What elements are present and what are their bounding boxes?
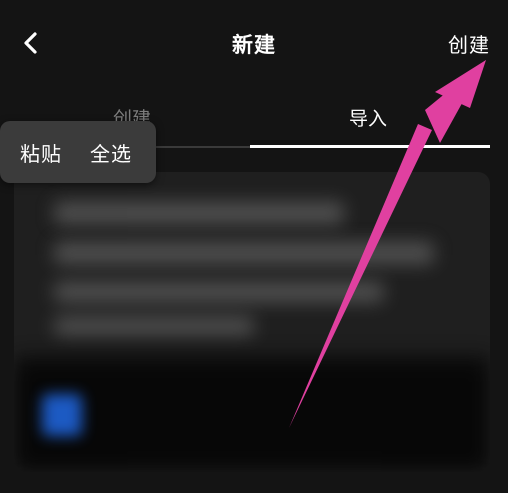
blurred-text-line — [54, 317, 254, 335]
tab-import[interactable]: 导入 — [250, 104, 486, 131]
blurred-text-line — [54, 242, 434, 264]
blurred-text-line — [54, 202, 344, 224]
page-title: 新建 — [232, 33, 276, 57]
blurred-text-line — [54, 282, 384, 302]
tab-underline-active — [250, 145, 490, 148]
context-menu: 粘贴 全选 — [0, 121, 156, 183]
select-all-menu-item[interactable]: 全选 — [90, 138, 132, 167]
create-button[interactable]: 创建 — [448, 29, 490, 58]
blurred-blue-element — [42, 394, 82, 436]
paste-menu-item[interactable]: 粘贴 — [20, 138, 62, 167]
import-text-area[interactable] — [14, 172, 490, 472]
blurred-dark-region — [14, 357, 490, 472]
